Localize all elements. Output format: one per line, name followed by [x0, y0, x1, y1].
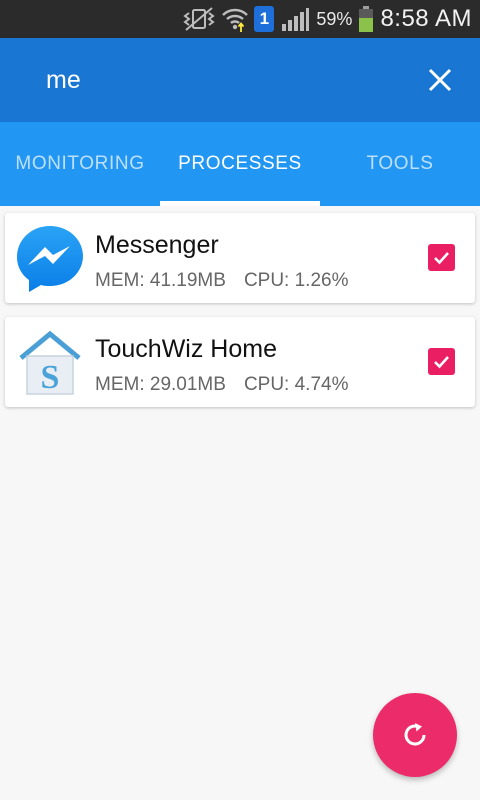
- refresh-button[interactable]: [373, 693, 457, 777]
- tab-bar: MONITORING PROCESSES TOOLS: [0, 122, 480, 206]
- battery-percent: 59%: [316, 8, 353, 29]
- search-input[interactable]: [46, 60, 376, 100]
- process-name: Messenger: [95, 231, 219, 259]
- tab-processes[interactable]: PROCESSES: [160, 122, 320, 206]
- process-cpu: CPU: 4.74%: [243, 374, 349, 395]
- check-icon: [434, 356, 449, 369]
- process-item-touchwiz-home[interactable]: S TouchWiz Home MEM: 29.01MB CPU: 4.74%: [5, 317, 475, 407]
- tab-monitoring[interactable]: MONITORING: [0, 122, 160, 206]
- process-cpu: CPU: 1.26%: [243, 270, 349, 291]
- process-checkbox[interactable]: [428, 348, 455, 375]
- sim-icon: 1: [254, 0, 275, 38]
- process-stats: MEM: 41.19MB CPU: 1.26%: [95, 270, 348, 292]
- touchwiz-home-icon: S: [15, 328, 85, 398]
- active-tab-indicator: [160, 201, 320, 206]
- tab-tools-label: TOOLS: [366, 153, 434, 174]
- process-mem: MEM: 41.19MB: [95, 270, 226, 291]
- battery-icon: [358, 0, 374, 38]
- close-search-button[interactable]: [422, 62, 458, 98]
- search-bar: [0, 38, 480, 122]
- tab-processes-label: PROCESSES: [178, 153, 302, 174]
- signal-icon: [280, 0, 310, 38]
- sim-label: 1: [254, 6, 275, 32]
- wifi-icon: [222, 0, 249, 38]
- close-icon: [428, 68, 452, 92]
- clock-time: 8:58 AM: [380, 5, 472, 32]
- process-name: TouchWiz Home: [95, 335, 277, 363]
- svg-text:S: S: [41, 359, 60, 396]
- process-checkbox[interactable]: [428, 244, 455, 271]
- process-stats: MEM: 29.01MB CPU: 4.74%: [95, 374, 348, 396]
- check-icon: [434, 252, 449, 265]
- status-bar: 1 59% 8:58 AM: [0, 0, 480, 38]
- status-icons: 1 59% 8:58 AM: [182, 0, 472, 38]
- vibrate-icon: [182, 0, 216, 38]
- messenger-icon: [15, 224, 85, 294]
- process-item-messenger[interactable]: Messenger MEM: 41.19MB CPU: 1.26%: [5, 213, 475, 303]
- tab-tools[interactable]: TOOLS: [320, 122, 480, 206]
- refresh-icon: [404, 723, 426, 746]
- tab-monitoring-label: MONITORING: [15, 153, 145, 174]
- process-mem: MEM: 29.01MB: [95, 374, 226, 395]
